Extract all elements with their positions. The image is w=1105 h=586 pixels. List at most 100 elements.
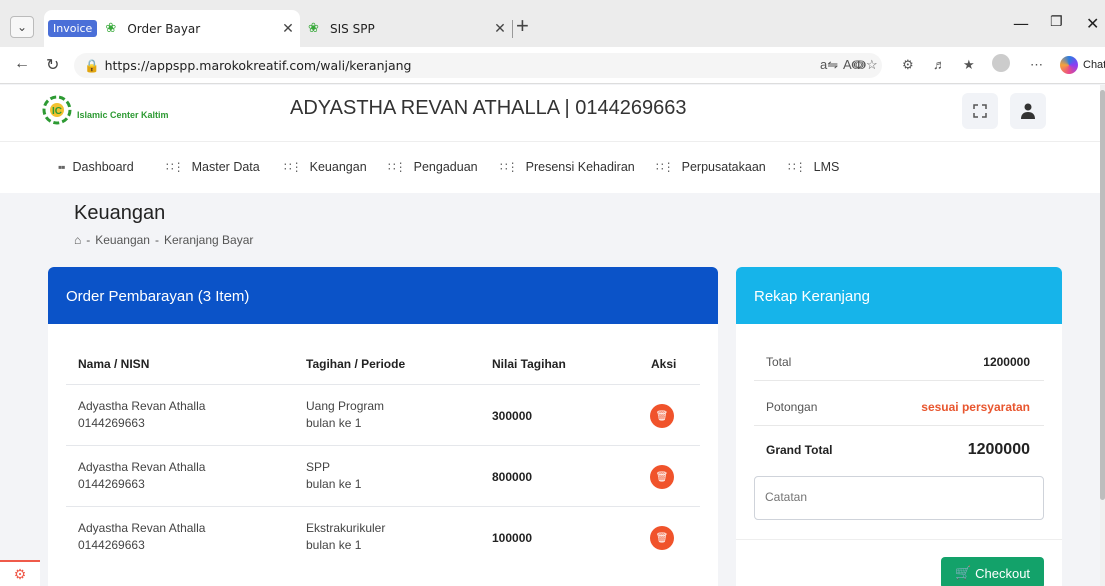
menu-lms[interactable]: ∷⋮ LMS (788, 160, 839, 174)
laravel-debug-icon[interactable]: ⚙ (0, 560, 40, 586)
favicon-icon: ❀ (308, 20, 319, 36)
grid-icon: ∷⋮ (166, 160, 185, 174)
menu-label: Presensi Kehadiran (525, 160, 635, 174)
scrollbar-thumb[interactable] (1100, 90, 1105, 500)
menu-pengaduan[interactable]: ∷⋮ Pengaduan (388, 160, 478, 174)
column-header-aksi: Aksi (651, 357, 677, 371)
table-row: Adyastha Revan Athalla 0144269663 Uang P… (66, 384, 700, 445)
tab-group-label[interactable]: Invoice (48, 20, 98, 37)
total-value: 1200000 (983, 355, 1030, 369)
column-header-nilai: Nilai Tagihan (492, 357, 566, 371)
row-name: Adyastha Revan Athalla (78, 460, 206, 474)
breadcrumb-current: Keranjang Bayar (163, 233, 254, 247)
browser-tab-bar: ⌄ Invoice ❀ Order Bayar ✕ ❀ SIS SPP ✕ + … (0, 0, 1105, 47)
logo-text: Islamic Center Kaltim (77, 110, 169, 120)
delete-item-button[interactable]: 🗑 (650, 526, 674, 550)
row-nisn: 0144269663 (78, 538, 145, 552)
checkout-button[interactable]: 🛒 Checkout (941, 557, 1044, 586)
address-bar: ← ↻ 🔒 https://appspp.marokokreatif.com/wa… (0, 47, 1105, 84)
row-periode: bulan ke 1 (306, 477, 362, 491)
back-arrow-icon[interactable]: ← (14, 55, 30, 73)
trash-icon: 🗑 (655, 471, 669, 483)
close-tab-icon[interactable]: ✕ (488, 21, 512, 37)
breadcrumb: ⌂ - Keuangan - Keranjang Bayar (74, 233, 254, 247)
fullscreen-button[interactable] (962, 93, 998, 129)
row-name: Adyastha Revan Athalla (78, 399, 206, 413)
row-nisn: 0144269663 (78, 477, 145, 491)
grid-icon: ∷⋮ (656, 160, 675, 174)
total-row: Total 1200000 (754, 343, 1044, 381)
row-nilai: 100000 (492, 531, 533, 545)
url-input[interactable]: 🔒 https://appspp.marokokreatif.com/wali/k… (74, 53, 882, 78)
tab-title: Order Bayar (127, 21, 201, 36)
menu-keuangan[interactable]: ∷⋮ Keuangan (284, 160, 367, 174)
menu-master-data[interactable]: ∷⋮ Master Data (166, 160, 260, 174)
chat-label: Chat (1083, 59, 1105, 71)
row-nisn: 0144269663 (78, 416, 145, 430)
copilot-icon (1060, 56, 1078, 74)
page-title: Keuangan (74, 202, 166, 224)
menu-label: LMS (813, 160, 840, 174)
grid-icon: ∷⋮ (788, 160, 807, 174)
favorites-icon[interactable]: ★ (963, 57, 975, 73)
tab-separator (512, 20, 513, 38)
grid-icon: ∷⋮ (284, 160, 303, 174)
cart-icon: 🛒 (954, 565, 972, 580)
menu-presensi-kehadiran[interactable]: ∷⋮ Presensi Kehadiran (500, 160, 635, 174)
menu-label: Dashboard (72, 160, 134, 174)
row-periode: bulan ke 1 (306, 416, 362, 430)
grid-icon: ∷⋮ (388, 160, 407, 174)
delete-item-button[interactable]: 🗑 (650, 465, 674, 489)
home-icon[interactable]: ⌂ (74, 233, 81, 247)
user-icon (1021, 103, 1035, 119)
table-row: Adyastha Revan Athalla 0144269663 SPP bu… (66, 445, 700, 506)
favorite-star-icon[interactable]: ☆ (866, 57, 878, 73)
dashboard-icon: ▪▪ (58, 160, 65, 174)
islamic-center-logo-icon[interactable]: IC (41, 94, 73, 126)
menu-label: Keuangan (309, 160, 367, 174)
user-menu-button[interactable] (1010, 93, 1046, 129)
student-title: ADYASTHA REVAN ATHALLA | 0144269663 (290, 97, 687, 119)
profile-avatar-icon[interactable] (992, 54, 1010, 72)
fullscreen-icon (973, 104, 987, 118)
menu-dashboard[interactable]: ▪▪ Dashboard (58, 160, 134, 174)
more-options-icon[interactable]: ⋯ (1030, 57, 1043, 73)
divider (736, 539, 1062, 540)
favicon-icon: ❀ (105, 20, 117, 36)
copilot-chat-button[interactable]: Chat (1060, 56, 1105, 74)
media-icon[interactable]: ♬ (933, 57, 946, 72)
rekap-card: Rekap Keranjang Total 1200000 Potongan s… (736, 267, 1062, 586)
tab-order-bayar[interactable]: Invoice ❀ Order Bayar ✕ (44, 10, 300, 47)
restore-icon[interactable]: ❐ (1050, 14, 1063, 30)
app-header: IC Islamic Center Kaltim ADYASTHA REVAN … (0, 85, 1100, 141)
translate-icon[interactable]: a⇋ (820, 57, 838, 73)
breadcrumb-keuangan[interactable]: Keuangan (95, 233, 150, 247)
trash-icon: 🗑 (655, 532, 669, 544)
lock-icon: 🔒 (84, 58, 100, 73)
minimize-icon[interactable]: — (1013, 14, 1029, 33)
total-label: Total (766, 355, 792, 369)
row-tagihan: SPP (306, 460, 331, 474)
menu-perpusatakaan[interactable]: ∷⋮ Perpusatakaan (656, 160, 766, 174)
main-menu: ▪▪ Dashboard ∷⋮ Master Data ∷⋮ Keuangan ∷⋮ P… (0, 141, 1100, 193)
tab-sis-spp[interactable]: ❀ SIS SPP ✕ (302, 10, 512, 47)
grand-total-value: 1200000 (967, 441, 1030, 458)
read-aloud-icon[interactable]: Aↈ (843, 57, 866, 73)
url-text: https://appspp.marokokreatif.com/wali/ke… (104, 58, 412, 73)
row-nilai: 800000 (492, 470, 533, 484)
column-header-nama: Nama / NISN (78, 357, 150, 371)
catatan-input[interactable] (754, 476, 1044, 520)
close-tab-icon[interactable]: ✕ (276, 21, 300, 37)
close-window-icon[interactable]: ✕ (1086, 14, 1099, 33)
trash-icon: 🗑 (655, 410, 669, 422)
delete-item-button[interactable]: 🗑 (650, 404, 674, 428)
tab-actions-chevron-icon[interactable]: ⌄ (10, 16, 34, 38)
menu-label: Master Data (191, 160, 260, 174)
column-header-tagihan: Tagihan / Periode (306, 357, 406, 371)
extensions-icon[interactable]: ⚙ (902, 57, 914, 73)
row-name: Adyastha Revan Athalla (78, 521, 206, 535)
new-tab-icon[interactable]: + (516, 13, 529, 39)
menu-label: Pengaduan (413, 160, 478, 174)
svg-text:IC: IC (52, 106, 62, 117)
refresh-icon[interactable]: ↻ (46, 55, 59, 75)
